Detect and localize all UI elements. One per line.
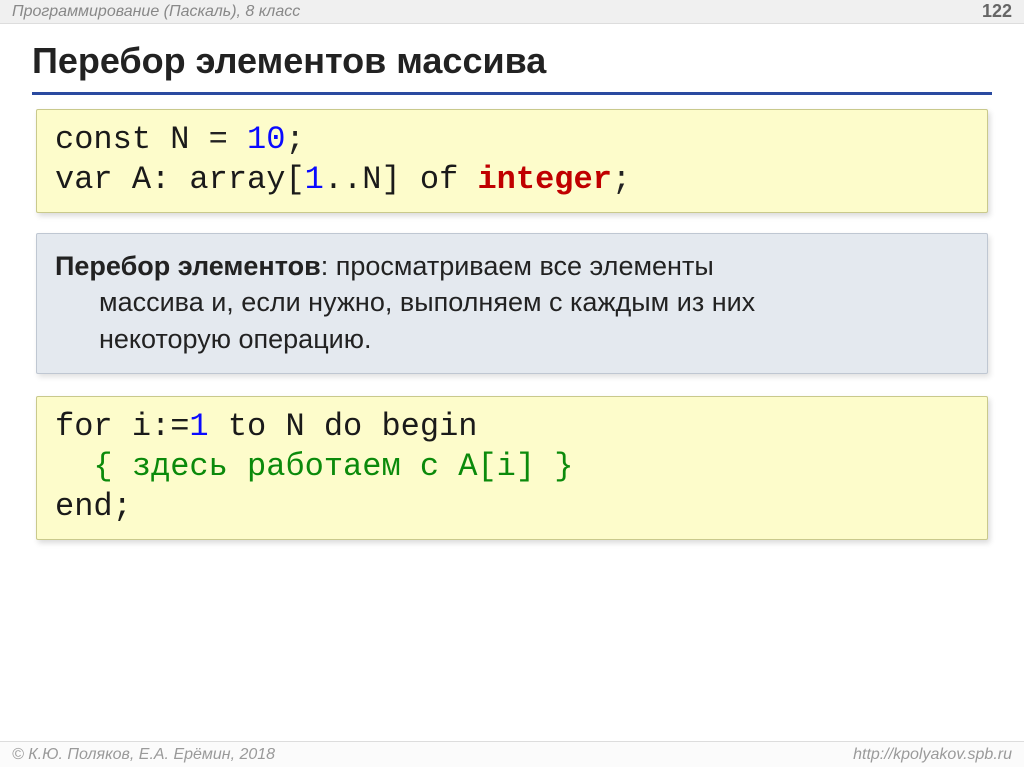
code-line: var A: array[1..N] of integer; bbox=[55, 160, 969, 200]
footer-url: http://kpolyakov.spb.ru bbox=[853, 746, 1012, 764]
code-line: for i:=1 to N do begin bbox=[55, 407, 969, 447]
code-block-declaration: const N = 10; var A: array[1..N] of inte… bbox=[36, 109, 988, 213]
code-text bbox=[228, 121, 247, 158]
breadcrumb: Программирование (Паскаль), 8 класс bbox=[12, 3, 300, 21]
code-type: integer bbox=[477, 161, 611, 198]
code-text: var A: array[ bbox=[55, 161, 305, 198]
definition-text: массива и, если нужно, выполняем с кажды… bbox=[55, 284, 969, 320]
code-number: 10 bbox=[247, 121, 285, 158]
code-number: 1 bbox=[189, 408, 208, 445]
code-text: ; bbox=[612, 161, 631, 198]
code-text: ..N] of bbox=[324, 161, 478, 198]
code-number: 1 bbox=[305, 161, 324, 198]
code-block-loop: for i:=1 to N do begin { здесь работаем … bbox=[36, 396, 988, 540]
code-text: const N bbox=[55, 121, 189, 158]
code-line: end; bbox=[55, 487, 969, 527]
definition-text: некоторую операцию. bbox=[55, 321, 969, 357]
code-text bbox=[189, 121, 208, 158]
code-text: for i:= bbox=[55, 408, 189, 445]
slide-content: Перебор элементов массива const N = 10; … bbox=[0, 24, 1024, 540]
code-line: { здесь работаем с A[i] } bbox=[55, 447, 969, 487]
definition-text: : просматриваем все элементы bbox=[321, 251, 714, 281]
code-text: ; bbox=[285, 121, 304, 158]
code-text: = bbox=[209, 121, 228, 158]
code-text: to N do begin bbox=[209, 408, 478, 445]
footer-copyright: © К.Ю. Поляков, Е.А. Ерёмин, 2018 bbox=[12, 746, 275, 764]
slide-header: Программирование (Паскаль), 8 класс 122 bbox=[0, 0, 1024, 24]
code-comment: { здесь работаем с A[i] } bbox=[55, 448, 573, 485]
slide-footer: © К.Ю. Поляков, Е.А. Ерёмин, 2018 http:/… bbox=[0, 741, 1024, 767]
definition-box: Перебор элементов: просматриваем все эле… bbox=[36, 233, 988, 374]
definition-term: Перебор элементов bbox=[55, 251, 321, 281]
code-line: const N = 10; bbox=[55, 120, 969, 160]
page-number: 122 bbox=[982, 1, 1012, 22]
page-title: Перебор элементов массива bbox=[32, 34, 992, 95]
code-text: end; bbox=[55, 488, 132, 525]
